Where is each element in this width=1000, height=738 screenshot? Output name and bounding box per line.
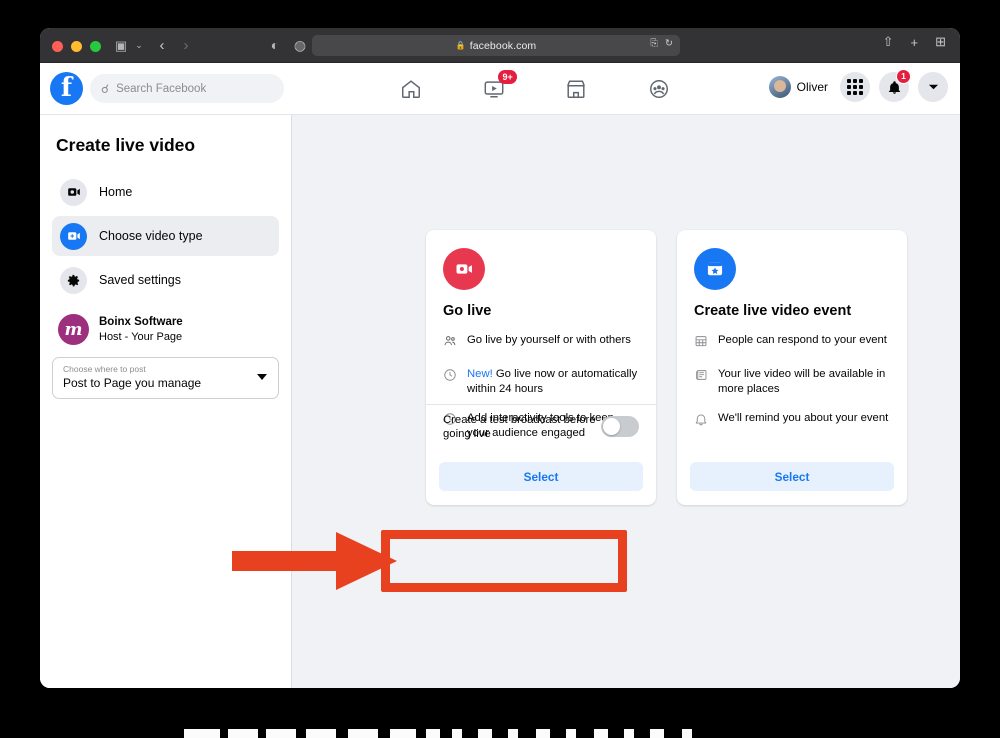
- toolbar-right-buttons: ⇧ + ⊞: [883, 34, 946, 50]
- test-broadcast-row: Create a test broadcast before going liv…: [426, 404, 656, 448]
- forward-icon[interactable]: ›: [176, 35, 196, 56]
- bell-icon: [694, 411, 708, 431]
- main-navigation-tabs: 9+: [370, 63, 700, 115]
- nav-tab-groups[interactable]: [630, 69, 688, 109]
- host-page-block[interactable]: m Boinx Software Host - Your Page: [58, 314, 279, 345]
- test-broadcast-toggle[interactable]: [601, 416, 639, 437]
- video-camera-icon: [60, 178, 87, 206]
- url-text: facebook.com: [469, 39, 537, 52]
- feature-text: People can respond to your event: [718, 334, 887, 346]
- chevron-down-icon: [928, 84, 938, 90]
- page-body: Create live video Home Choose video type…: [40, 115, 960, 688]
- chevron-down-icon[interactable]: ⌄: [132, 35, 146, 56]
- maximize-window-button[interactable]: [90, 41, 101, 52]
- search-input[interactable]: ☌ Search Facebook: [90, 74, 284, 103]
- avatar: [768, 76, 791, 98]
- sidebar-item-label: Saved settings: [99, 273, 181, 287]
- address-bar-icons: ⎘ ↻: [650, 38, 673, 49]
- lock-icon: 🔒: [455, 41, 466, 50]
- feature-row: New! Go live now or automatically within…: [443, 367, 639, 397]
- share-icon[interactable]: ⇧: [883, 34, 894, 50]
- card-live-event-features: People can respond to your event Your li…: [694, 333, 890, 431]
- minimize-window-button[interactable]: [71, 41, 82, 52]
- feature-text: Your live video will be available in mor…: [718, 368, 886, 395]
- live-event-select-button[interactable]: Select: [690, 462, 894, 491]
- extension-icon[interactable]: ◍: [290, 35, 310, 56]
- grid-icon: [847, 79, 863, 95]
- nav-tab-home[interactable]: [382, 69, 440, 109]
- reader-view-icon[interactable]: ⎘: [650, 38, 658, 49]
- card-live-event-body: Create live video event People can respo…: [677, 230, 907, 431]
- card-title: Create live video event: [694, 303, 852, 319]
- news-icon: [694, 367, 708, 387]
- reload-icon[interactable]: ↻: [665, 38, 673, 49]
- sidebar-item-label: Choose video type: [99, 229, 203, 243]
- address-bar[interactable]: 🔒 facebook.com ⎘ ↻: [312, 35, 680, 56]
- feature-text-body: Go live now or automatically within 24 h…: [467, 368, 638, 395]
- feature-text: Go live by yourself or with others: [467, 334, 631, 346]
- close-window-button[interactable]: [52, 41, 63, 52]
- card-go-live[interactable]: Go live Go live by yourself or with othe…: [426, 230, 656, 505]
- video-badge: 9+: [498, 70, 517, 84]
- people-icon: [443, 333, 457, 353]
- nav-tab-marketplace[interactable]: [547, 69, 605, 109]
- profile-name: Oliver: [796, 80, 828, 94]
- account-menu-button[interactable]: [918, 72, 948, 102]
- feature-row: People can respond to your event: [694, 333, 890, 353]
- where-to-post-label: Choose where to post: [63, 364, 146, 374]
- profile-button[interactable]: Oliver: [768, 76, 831, 98]
- feature-row: Go live by yourself or with others: [443, 333, 639, 353]
- go-live-select-button[interactable]: Select: [439, 462, 643, 491]
- where-to-post-value: Post to Page you manage: [63, 376, 202, 390]
- test-broadcast-label: Create a test broadcast before going liv…: [443, 413, 596, 440]
- back-icon[interactable]: ‹: [152, 35, 172, 56]
- main-content: Go live Go live by yourself or with othe…: [292, 115, 960, 688]
- page-role: Host - Your Page: [99, 330, 183, 343]
- sidebar: Create live video Home Choose video type…: [40, 115, 292, 688]
- new-tab-icon[interactable]: +: [911, 35, 919, 50]
- feature-text: New! Go live now or automatically within…: [467, 367, 639, 397]
- window-traffic-lights: [52, 41, 101, 52]
- feature-row: We'll remind you about your event: [694, 411, 890, 431]
- sidebar-item-label: Home: [99, 185, 133, 199]
- annotation-arrow-icon: [232, 532, 397, 590]
- toggle-knob: [603, 418, 620, 435]
- menu-grid-button[interactable]: [840, 72, 870, 102]
- page-name: Boinx Software: [99, 315, 183, 328]
- page-title: Create live video: [56, 135, 196, 155]
- sidebar-toggle-icon[interactable]: ▣: [110, 35, 132, 56]
- event-star-icon: [694, 248, 736, 290]
- facebook-top-bar: f ☌ Search Facebook 9+ Oliver 1: [40, 63, 960, 115]
- annotation-highlight-rectangle: [381, 530, 627, 592]
- search-icon: ☌: [101, 81, 110, 96]
- screen-bottom-artifacts: [0, 726, 1000, 738]
- search-placeholder: Search Facebook: [116, 82, 207, 95]
- sidebar-item-choose-video-type[interactable]: Choose video type: [52, 216, 279, 256]
- where-to-post-select[interactable]: Choose where to post Post to Page you ma…: [52, 357, 279, 399]
- browser-toolbar: ▣ ⌄ ‹ › ◐ ◍ 🔒 facebook.com ⎘ ↻ ⇧ + ⊞: [40, 28, 960, 63]
- gear-icon: [60, 266, 87, 294]
- tabs-overview-icon[interactable]: ⊞: [935, 34, 946, 50]
- add-video-icon: [60, 222, 87, 250]
- sidebar-item-home[interactable]: Home: [52, 172, 279, 212]
- shield-icon[interactable]: ◐: [265, 35, 285, 56]
- nav-tab-video[interactable]: 9+: [465, 69, 523, 109]
- page-avatar: m: [58, 314, 89, 345]
- facebook-logo-icon[interactable]: f: [50, 72, 83, 105]
- card-title: Go live: [443, 303, 492, 319]
- notifications-button[interactable]: 1: [879, 69, 911, 102]
- caret-down-icon[interactable]: [257, 374, 267, 380]
- feature-text: We'll remind you about your event: [718, 412, 889, 424]
- sidebar-item-saved-settings[interactable]: Saved settings: [52, 260, 279, 300]
- new-badge-text: New!: [467, 368, 493, 380]
- notifications-badge: 1: [896, 69, 911, 84]
- video-camera-icon: [443, 248, 485, 290]
- feature-row: Your live video will be available in mor…: [694, 367, 890, 397]
- top-bar-right: Oliver 1: [768, 69, 948, 102]
- clock-icon: [443, 367, 457, 387]
- card-live-video-event[interactable]: Create live video event People can respo…: [677, 230, 907, 505]
- calendar-grid-icon: [694, 333, 708, 353]
